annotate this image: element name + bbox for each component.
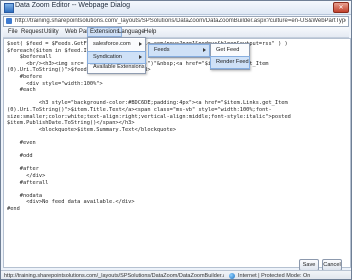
menu-file[interactable]: File [6, 28, 20, 36]
code-line: #end [7, 206, 20, 212]
address-url: http://training.sharepointsolutions.com/… [15, 18, 346, 24]
menu-bar: File Request Utility Web Part Extensions… [3, 27, 349, 38]
code-line: <div style="width:100%"> [7, 80, 103, 87]
code-line: (0).Uri.ToString()">$item.Title.Text</a>… [7, 107, 272, 113]
submenu-arrow-icon [139, 55, 142, 59]
menu-item-salesforce[interactable]: salesforce.com [88, 39, 145, 50]
code-line: #before [7, 74, 43, 80]
menu-help[interactable]: Help [142, 28, 158, 36]
menu-item-render-feed[interactable]: Render Feed [210, 56, 250, 69]
status-url: http://training.sharepointsolutions.com/… [4, 273, 224, 279]
code-line: #afterall [7, 179, 49, 186]
code-line: #nodata [7, 192, 43, 199]
app-icon [4, 3, 14, 13]
extensions-menu: salesforce.com Syndication Available Ext… [87, 37, 146, 74]
menu-item-get-feed[interactable]: Get Feed [211, 45, 249, 56]
webpage-dialog: Data Zoom Editor -- Webpage Dialog ✕ htt… [0, 0, 352, 280]
feeds-submenu: Get Feed Render Feed [210, 43, 250, 70]
code-line: #each [7, 87, 36, 94]
menu-item-available-extensions[interactable]: Available Extensions [88, 62, 145, 73]
address-bar: http://training.sharepointsolutions.com/… [3, 16, 349, 27]
code-line: size:smaller;color:white;text-align:righ… [7, 113, 291, 120]
page-icon [6, 18, 12, 24]
menu-item-label: Get Feed [216, 47, 240, 53]
menu-item-label: Available Extensions [93, 64, 145, 70]
code-line: $foreach($item in $feed.I [7, 47, 87, 54]
code-line: </div> [7, 173, 46, 179]
code-line: #even [7, 140, 36, 146]
code-line: <blockquote>$item.Summary.Text</blockquo… [7, 126, 177, 133]
menu-item-label: Render Feed [216, 59, 249, 65]
code-editor[interactable]: $set( $feed = $Feeds.GetFe ogle.com/news… [3, 38, 351, 268]
close-button[interactable]: ✕ [333, 2, 349, 13]
status-bar: http://training.sharepointsolutions.com/… [1, 270, 351, 279]
code-line: <div>No feed data available.</div> [7, 199, 135, 206]
menu-item-label: Feeds [154, 47, 170, 53]
globe-icon [229, 273, 235, 279]
submenu-arrow-icon [203, 48, 206, 52]
submenu-arrow-icon [139, 42, 142, 46]
menu-item-label: salesforce.com [93, 41, 131, 47]
menu-item-label: Syndication [93, 54, 122, 60]
security-zone: Internet | Protected Mode: On [238, 273, 311, 279]
code-line: $item.PublishDate.ToString()</span></h3> [7, 120, 135, 127]
code-line: #odd [7, 153, 33, 160]
code-line: $beforeall [7, 54, 52, 61]
title-bar[interactable]: Data Zoom Editor -- Webpage Dialog ✕ [1, 1, 351, 15]
code-line: #after [7, 166, 39, 173]
code-line: <h3 style="background-color:#BDC6DE;padd… [7, 100, 288, 107]
syndication-submenu: Feeds [148, 43, 210, 58]
window-title: Data Zoom Editor -- Webpage Dialog [15, 2, 131, 9]
menu-utility[interactable]: Utility [42, 28, 61, 36]
menu-item-feeds[interactable]: Feeds [148, 44, 210, 57]
